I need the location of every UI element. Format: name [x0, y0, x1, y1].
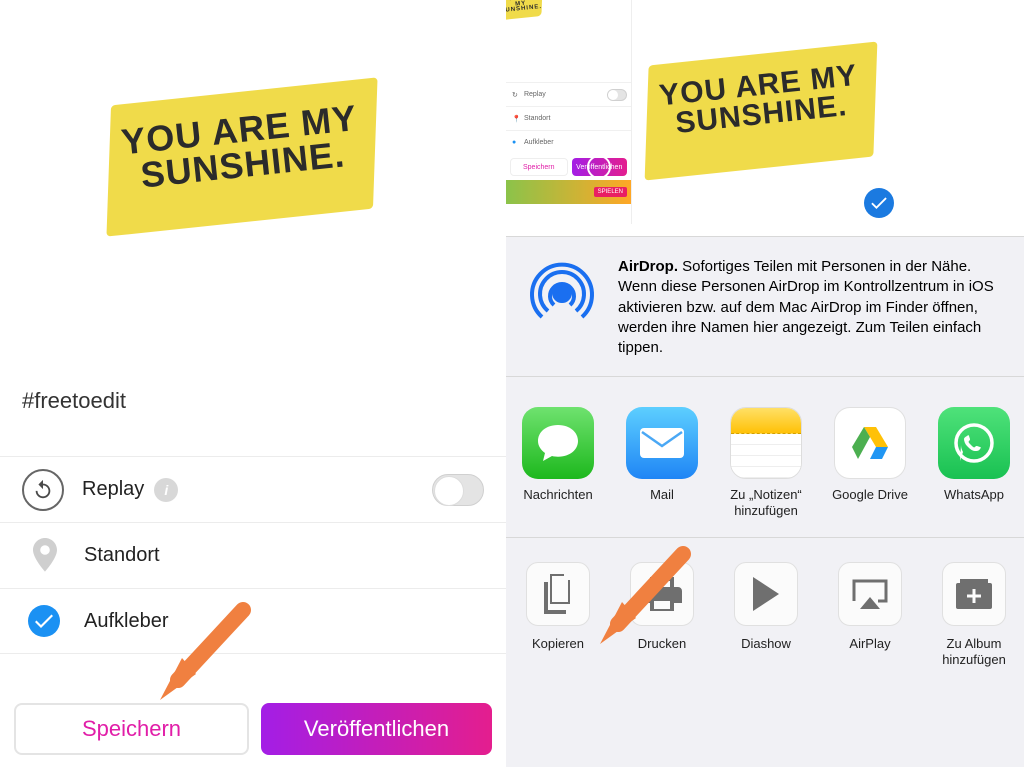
share-app-drive[interactable]: Google Drive: [818, 407, 922, 519]
sticker-label: Aufkleber: [84, 610, 169, 633]
action-add-album[interactable]: Zu Album hinzufügen: [922, 562, 1024, 667]
location-row[interactable]: Standort: [0, 522, 506, 588]
location-label: Standort: [84, 544, 160, 567]
drive-icon: [834, 407, 906, 479]
whatsapp-icon: [938, 407, 1010, 479]
sticker-check-icon: [28, 605, 60, 637]
copy-icon: [526, 562, 590, 626]
mini-ad-bar: SPIELEN: [506, 180, 631, 204]
replay-icon: [22, 469, 64, 511]
action-airplay[interactable]: AirPlay: [818, 562, 922, 667]
hashtag-field[interactable]: #freetoedit: [22, 388, 126, 414]
airdrop-section[interactable]: AirDrop. Sofortiges Teilen mit Personen …: [506, 237, 1024, 377]
edited-image: YOU ARE MYSUNSHINE.: [102, 78, 382, 235]
action-copy[interactable]: Kopieren: [506, 562, 610, 667]
share-screen: YOU ARE MYSUNSHINE. ↻ Replay 📍 Standort …: [506, 0, 1024, 767]
background-editor-sliver: YOU ARE MYSUNSHINE. ↻ Replay 📍 Standort …: [506, 0, 632, 224]
editor-screen: YOU ARE MYSUNSHINE. #freetoedit Replay i…: [0, 0, 506, 767]
share-actions-row: Kopieren Drucken Diashow AirPlay: [506, 538, 1024, 685]
share-app-mail[interactable]: Mail: [610, 407, 714, 519]
airdrop-icon: [526, 257, 598, 329]
ios-share-sheet: AirDrop. Sofortiges Teilen mit Personen …: [506, 236, 1024, 767]
mini-publish: Veröffentlichen: [572, 158, 628, 176]
location-pin-icon: [30, 538, 60, 574]
save-button[interactable]: Speichern: [14, 703, 249, 755]
replay-label: Replay: [82, 478, 144, 501]
replay-row[interactable]: Replay i: [0, 456, 506, 522]
info-icon[interactable]: i: [154, 478, 178, 502]
messages-icon: [522, 407, 594, 479]
mini-sticker: ● Aufkleber: [506, 130, 631, 154]
mini-location: 📍 Standort: [506, 106, 631, 130]
selected-check-icon[interactable]: [864, 188, 894, 218]
button-row: Speichern Veröffentlichen: [0, 691, 506, 767]
mini-replay: ↻ Replay: [506, 82, 631, 106]
print-icon: [630, 562, 694, 626]
action-slideshow[interactable]: Diashow: [714, 562, 818, 667]
share-app-notes[interactable]: Zu „Notizen“ hinzufügen: [714, 407, 818, 519]
notes-icon: [730, 407, 802, 479]
publish-button[interactable]: Veröffentlichen: [261, 703, 492, 755]
share-app-whatsapp[interactable]: WhatsApp: [922, 407, 1024, 519]
mini-save: Speichern: [510, 158, 568, 176]
share-app-messages[interactable]: Nachrichten: [506, 407, 610, 519]
airdrop-description: AirDrop. Sofortiges Teilen mit Personen …: [618, 257, 1004, 358]
add-album-icon: [942, 562, 1006, 626]
action-print[interactable]: Drucken: [610, 562, 714, 667]
share-apps-row: Nachrichten Mail Zu „Notizen“ hinzufügen…: [506, 377, 1024, 538]
airplay-icon: [838, 562, 902, 626]
replay-toggle[interactable]: [432, 474, 484, 506]
sticker-row[interactable]: Aufkleber: [0, 588, 506, 654]
mail-icon: [626, 407, 698, 479]
preview-image[interactable]: YOU ARE MYSUNSHINE.: [641, 42, 882, 179]
play-icon: [734, 562, 798, 626]
